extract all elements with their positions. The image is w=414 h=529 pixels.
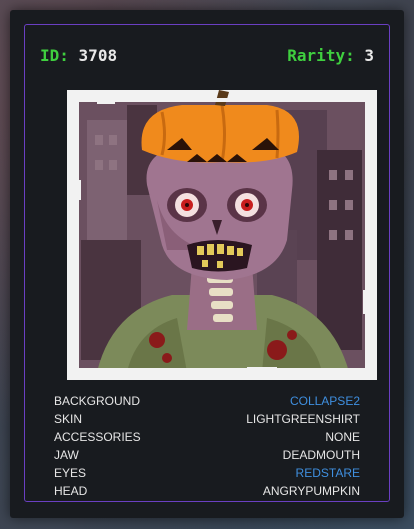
trait-name: BACKGROUND bbox=[54, 394, 141, 408]
nft-card: ID: 3708 Rarity: 3 BACKGROUND COLLAPSE2 … bbox=[10, 10, 404, 518]
trait-value: LIGHTGREENSHIRT bbox=[246, 412, 360, 426]
trait-row-skin: SKIN LIGHTGREENSHIRT bbox=[54, 410, 360, 428]
trait-name: ACCESSORIES bbox=[54, 430, 141, 444]
trait-name: HEAD bbox=[54, 484, 88, 498]
rarity-label: Rarity: bbox=[287, 45, 355, 65]
id-value: 3708 bbox=[78, 45, 118, 65]
rarity-field: Rarity: 3 bbox=[287, 46, 374, 65]
id-label: ID: bbox=[40, 45, 69, 65]
traits-list: BACKGROUND COLLAPSE2 SKIN LIGHTGREENSHIRT AC… bbox=[54, 392, 360, 500]
trait-row-background: BACKGROUND COLLAPSE2 bbox=[54, 392, 360, 410]
trait-value[interactable]: REDSTARE bbox=[296, 464, 360, 482]
trait-value: DEADMOUTH bbox=[282, 448, 360, 462]
trait-row-eyes: EYES REDSTARE bbox=[54, 464, 360, 482]
trait-name: EYES bbox=[54, 466, 87, 480]
rarity-value: 3 bbox=[364, 45, 374, 65]
nft-artwork bbox=[67, 90, 377, 380]
trait-value[interactable]: COLLAPSE2 bbox=[290, 392, 360, 410]
trait-value: ANGRYPUMPKIN bbox=[262, 484, 360, 498]
card-header: ID: 3708 Rarity: 3 bbox=[40, 44, 374, 66]
trait-row-accessories: ACCESSORIES NONE bbox=[54, 428, 360, 446]
trait-row-jaw: JAW DEADMOUTH bbox=[54, 446, 360, 464]
zombie-pumpkin-icon bbox=[67, 90, 377, 380]
trait-row-head: HEAD ANGRYPUMPKIN bbox=[54, 482, 360, 500]
id-field: ID: 3708 bbox=[40, 46, 117, 65]
trait-value: NONE bbox=[325, 430, 360, 444]
card-border: ID: 3708 Rarity: 3 BACKGROUND COLLAPSE2 … bbox=[24, 24, 390, 502]
trait-name: SKIN bbox=[54, 412, 83, 426]
trait-name: JAW bbox=[54, 448, 79, 462]
